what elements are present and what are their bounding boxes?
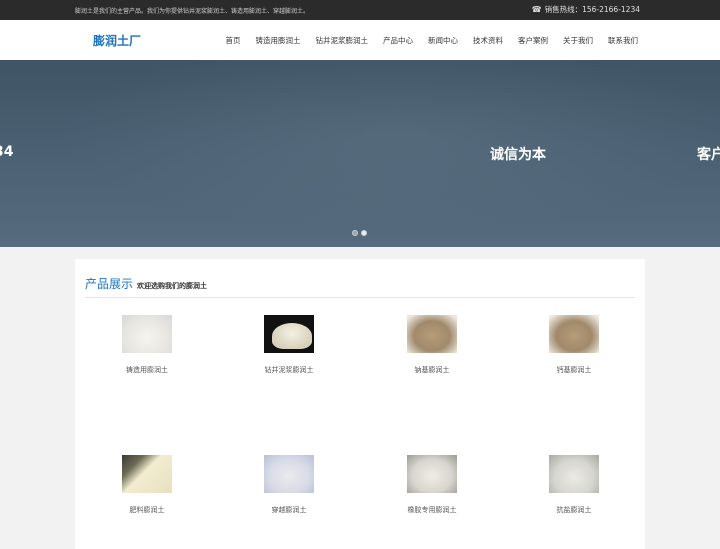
section-title: 产品展示 欢迎选购我们的膨润土	[85, 273, 207, 292]
phone-icon: ☎	[531, 5, 542, 14]
slider-dot-2[interactable]	[361, 230, 367, 236]
product-image[interactable]	[407, 315, 457, 353]
product-image[interactable]	[264, 455, 314, 493]
banner-text-main: 诚信为本	[490, 147, 546, 163]
main-nav: 首页 铸造用膨润土 钻井泥浆膨润土 产品中心 新闻中心 技术资料 客户案例 关于…	[211, 20, 639, 60]
product-name[interactable]: 橡胶专用膨润土	[382, 505, 482, 515]
product-name[interactable]: 肥料膨润土	[97, 505, 197, 515]
nav-casting-bentonite[interactable]: 铸造用膨润土	[256, 35, 301, 46]
product-card[interactable]: 钠基膨润土	[382, 315, 482, 375]
product-image[interactable]	[549, 315, 599, 353]
product-image[interactable]	[122, 455, 172, 493]
section-divider	[85, 297, 635, 298]
section-subtitle: 欢迎选购我们的膨润土	[137, 282, 208, 290]
product-card[interactable]: 钙基膨润土	[524, 315, 624, 375]
product-card[interactable]: 铸造用膨润土	[97, 315, 197, 375]
product-card[interactable]: 钻井泥浆膨润土	[239, 315, 339, 375]
hero-banner[interactable]: 34 诚信为本 客户	[0, 60, 720, 247]
product-card[interactable]: 穿越膨润土	[239, 455, 339, 515]
product-card[interactable]: 肥料膨润土	[97, 455, 197, 515]
product-name[interactable]: 钠基膨润土	[382, 365, 482, 375]
nav-news[interactable]: 新闻中心	[428, 35, 458, 46]
product-card[interactable]: 橡胶专用膨润土	[382, 455, 482, 515]
nav-drilling-mud-bentonite[interactable]: 钻井泥浆膨润土	[316, 35, 369, 46]
section-title-main: 产品展示	[85, 277, 134, 291]
product-image[interactable]	[407, 455, 457, 493]
banner-text-right: 客户	[697, 147, 720, 163]
nav-about[interactable]: 关于我们	[563, 35, 593, 46]
product-name[interactable]: 铸造用膨润土	[97, 365, 197, 375]
product-name[interactable]: 钻井泥浆膨润土	[239, 365, 339, 375]
nav-products[interactable]: 产品中心	[383, 35, 413, 46]
site-intro-text: 膨润土是我们的主营产品。我们为你提供钻井泥浆膨润土、铸造用膨润土、穿越膨润土。	[75, 8, 310, 15]
site-header: 膨润土厂 首页 铸造用膨润土 钻井泥浆膨润土 产品中心 新闻中心 技术资料 客户…	[0, 20, 720, 60]
slider-dots	[352, 230, 370, 236]
nav-home[interactable]: 首页	[226, 35, 241, 46]
sales-hotline: ☎ 销售热线：156-2166-1234	[532, 4, 640, 15]
slider-dot-1[interactable]	[352, 230, 358, 236]
product-name[interactable]: 钙基膨润土	[524, 365, 624, 375]
product-image[interactable]	[549, 455, 599, 493]
product-showcase: 产品展示 欢迎选购我们的膨润土 铸造用膨润土 钻井泥浆膨润土 钠基膨润土 钙基膨润…	[75, 259, 645, 549]
product-name[interactable]: 穿越膨润土	[239, 505, 339, 515]
nav-technical-data[interactable]: 技术资料	[473, 35, 503, 46]
banner-background	[0, 60, 720, 247]
hotline-number: 156-2166-1234	[582, 5, 640, 14]
nav-contact[interactable]: 联系我们	[608, 35, 638, 46]
banner-text-left: 34	[0, 144, 14, 160]
site-logo[interactable]: 膨润土厂	[93, 32, 141, 49]
product-image[interactable]	[264, 315, 314, 353]
hotline-label: 销售热线：	[544, 5, 583, 14]
product-image[interactable]	[122, 315, 172, 353]
product-card[interactable]: 抗盐膨润土	[524, 455, 624, 515]
nav-cases[interactable]: 客户案例	[518, 35, 548, 46]
top-bar: 膨润土是我们的主营产品。我们为你提供钻井泥浆膨润土、铸造用膨润土、穿越膨润土。 …	[0, 0, 720, 20]
product-name[interactable]: 抗盐膨润土	[524, 505, 624, 515]
